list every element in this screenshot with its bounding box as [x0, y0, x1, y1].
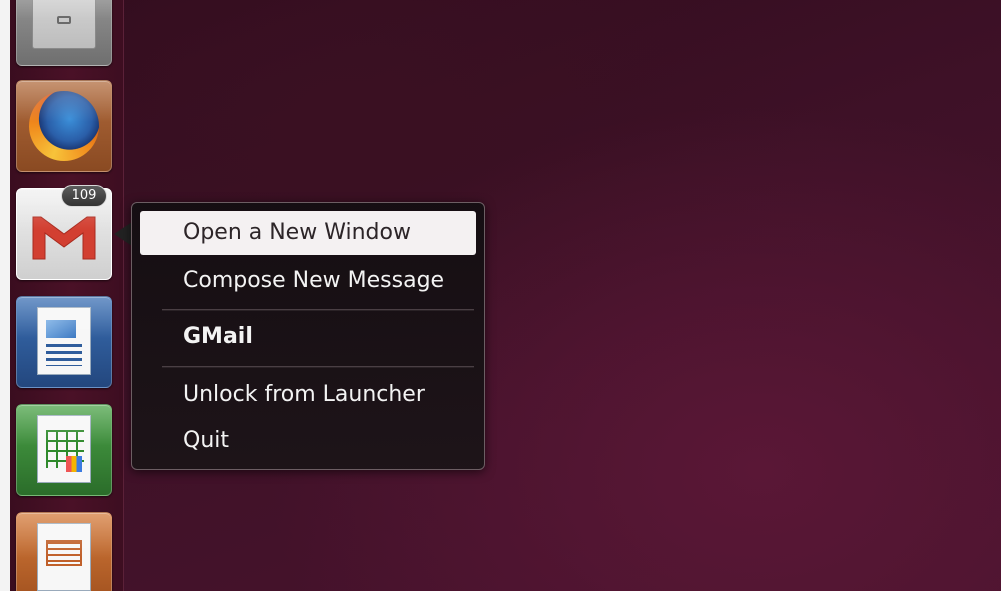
quicklist-menu: Open a New Window Compose New Message GM… — [131, 202, 485, 470]
libreoffice-writer-icon — [37, 307, 91, 375]
menu-item-compose-new-message[interactable]: Compose New Message — [140, 259, 476, 303]
menu-item-open-new-window[interactable]: Open a New Window — [140, 211, 476, 255]
launcher-item-files[interactable] — [16, 0, 112, 66]
launcher-item-writer[interactable] — [16, 296, 112, 388]
menu-item-gmail[interactable]: GMail — [140, 315, 476, 359]
file-cabinet-icon — [32, 0, 96, 49]
launcher-item-gmail[interactable]: 109 — [16, 185, 112, 280]
launcher-item-calc[interactable] — [16, 404, 112, 496]
quicklist-pointer — [114, 222, 132, 246]
firefox-icon — [29, 91, 99, 161]
menu-separator — [162, 366, 474, 368]
libreoffice-impress-icon — [37, 523, 91, 591]
libreoffice-calc-icon — [37, 415, 91, 483]
menu-item-quit[interactable]: Quit — [140, 419, 476, 463]
screen-edge — [0, 0, 10, 591]
desktop: 109 Open a New Window Compose New Messag… — [0, 0, 1001, 591]
unread-count-badge: 109 — [61, 185, 107, 207]
menu-item-unlock-from-launcher[interactable]: Unlock from Launcher — [140, 373, 476, 417]
launcher-item-impress[interactable] — [16, 512, 112, 591]
menu-separator — [162, 309, 474, 311]
launcher: 109 — [10, 0, 124, 591]
gmail-icon — [32, 216, 96, 260]
launcher-item-firefox[interactable] — [16, 80, 112, 172]
